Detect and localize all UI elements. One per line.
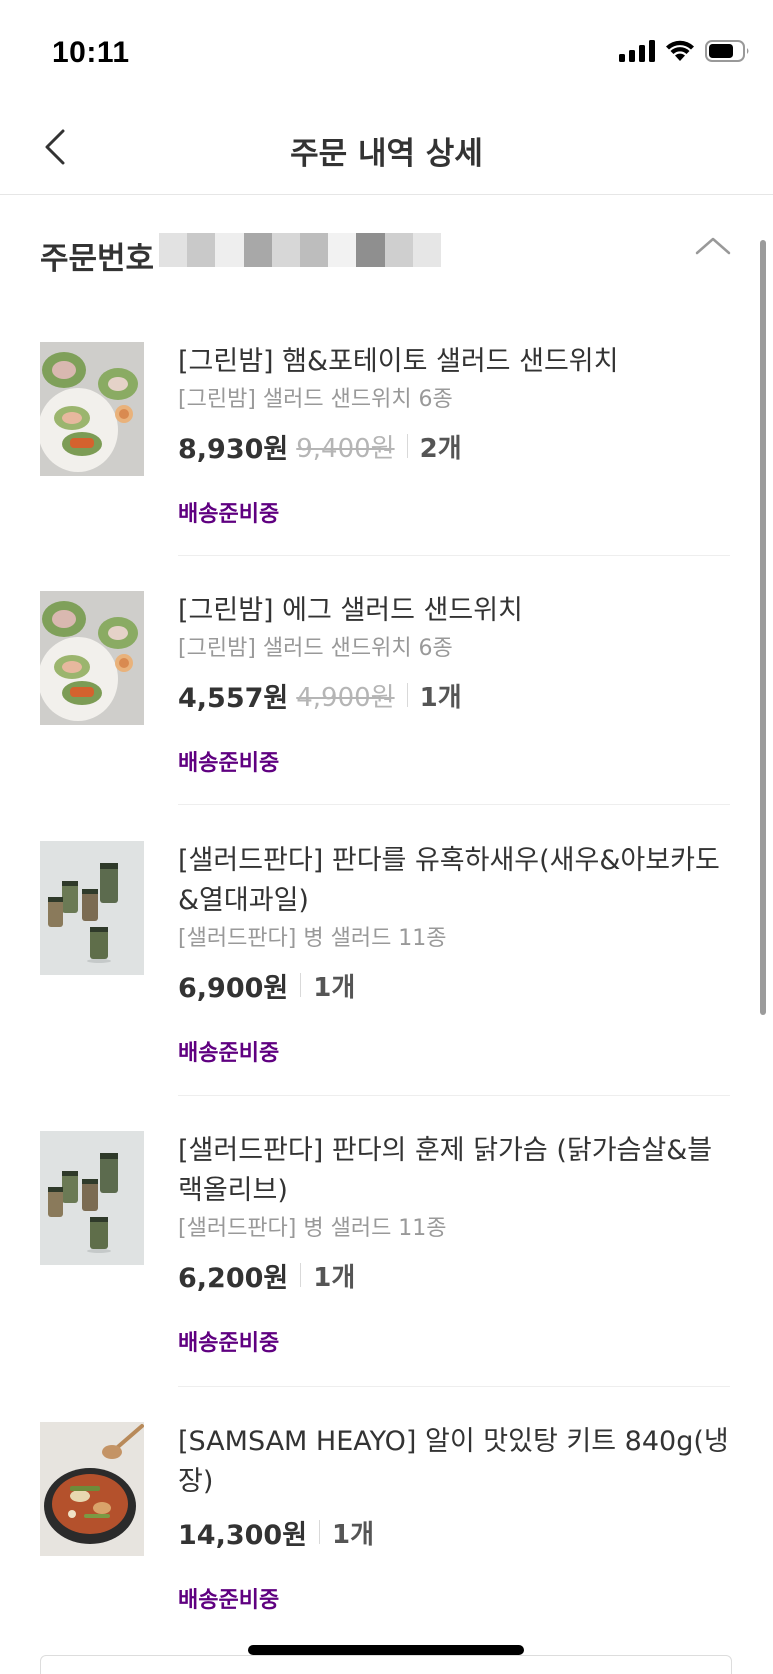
status-bar: 10:11 [0, 0, 773, 100]
navigation-bar: 주문 내역 상세 [0, 100, 773, 195]
delivery-status: 배송준비중 [178, 502, 280, 527]
item-info: [그린밤] 햄&포테이토 샐러드 샌드위치 [그린밤] 샐러드 샌드위치 6종 … [178, 342, 730, 528]
delivery-status: 배송준비중 [178, 751, 280, 776]
quantity: 1개 [313, 1262, 356, 1293]
sale-price: 6,200원 [178, 1262, 289, 1294]
bottom-section-card [40, 1655, 732, 1674]
price-row: 6,200원 1개 [178, 1255, 730, 1295]
product-option: [샐러드판다] 병 샐러드 11종 [178, 926, 447, 951]
item-info: [샐러드판다] 판다의 훈제 닭가슴 (닭가슴살&블랙올리브) [샐러드판다] … [178, 1131, 730, 1357]
delivery-status: 배송준비중 [178, 1588, 280, 1613]
order-number-header[interactable]: 주문번호 [0, 195, 773, 305]
sandwich-image[interactable] [40, 342, 144, 476]
order-number-redacted [159, 233, 442, 267]
quantity: 1개 [419, 682, 462, 713]
price-row: 6,900원 1개 [178, 965, 730, 1005]
divider [178, 1095, 730, 1096]
quantity: 2개 [419, 433, 462, 464]
product-option: [그린밤] 샐러드 샌드위치 6종 [178, 636, 453, 661]
sale-price: 8,930원 [178, 433, 289, 465]
order-number-label: 주문번호 [40, 241, 155, 277]
jar-salad-image[interactable] [40, 1131, 144, 1265]
separator [300, 1263, 302, 1287]
status-time: 10:11 [52, 36, 130, 69]
separator [406, 434, 408, 458]
delivery-status: 배송준비중 [178, 1331, 280, 1356]
product-name[interactable]: [그린밤] 햄&포테이토 샐러드 샌드위치 [178, 342, 730, 382]
product-name[interactable]: [SAMSAM HEAYO] 알이 맛있탕 키트 840g(냉장) [178, 1422, 730, 1502]
item-info: [샐러드판다] 판다를 유혹하새우(새우&아보카도&열대과일) [샐러드판다] … [178, 841, 730, 1067]
separator [319, 1520, 321, 1544]
scrollbar[interactable] [760, 240, 766, 1015]
item-info: [그린밤] 에그 샐러드 샌드위치 [그린밤] 샐러드 샌드위치 6종 4,55… [178, 591, 730, 777]
wifi-icon [666, 40, 694, 61]
divider [178, 1386, 730, 1387]
quantity: 1개 [332, 1519, 375, 1550]
delivery-status: 배송준비중 [178, 1041, 280, 1066]
battery-icon [705, 40, 749, 62]
product-name[interactable]: [샐러드판다] 판다를 유혹하새우(새우&아보카도&열대과일) [178, 841, 730, 921]
quantity: 1개 [313, 972, 356, 1003]
product-name[interactable]: [그린밤] 에그 샐러드 샌드위치 [178, 591, 730, 631]
original-price: 9,400원 [296, 433, 395, 464]
product-option: [그린밤] 샐러드 샌드위치 6종 [178, 387, 453, 412]
sale-price: 4,557원 [178, 682, 289, 714]
product-option: [샐러드판다] 병 샐러드 11종 [178, 1216, 447, 1241]
status-icons [619, 40, 751, 62]
jar-salad-image[interactable] [40, 841, 144, 975]
product-name[interactable]: [샐러드판다] 판다의 훈제 닭가슴 (닭가슴살&블랙올리브) [178, 1131, 730, 1211]
sale-price: 6,900원 [178, 972, 289, 1004]
separator [300, 973, 302, 997]
divider [178, 555, 730, 556]
home-indicator[interactable] [248, 1645, 524, 1655]
sale-price: 14,300원 [178, 1519, 308, 1551]
chevron-up-icon[interactable] [693, 231, 733, 261]
signal-icon [619, 40, 655, 62]
separator [406, 683, 408, 707]
price-row: 4,557원 4,900원 1개 [178, 675, 730, 715]
divider [178, 804, 730, 805]
original-price: 4,900원 [296, 682, 395, 713]
price-row: 14,300원 1개 [178, 1512, 730, 1552]
item-info: [SAMSAM HEAYO] 알이 맛있탕 키트 840g(냉장) 14,300… [178, 1422, 730, 1614]
price-row: 8,930원 9,400원 2개 [178, 426, 730, 466]
sandwich-image[interactable] [40, 591, 144, 725]
stew-image[interactable] [40, 1422, 144, 1556]
page-title: 주문 내역 상세 [290, 136, 483, 172]
